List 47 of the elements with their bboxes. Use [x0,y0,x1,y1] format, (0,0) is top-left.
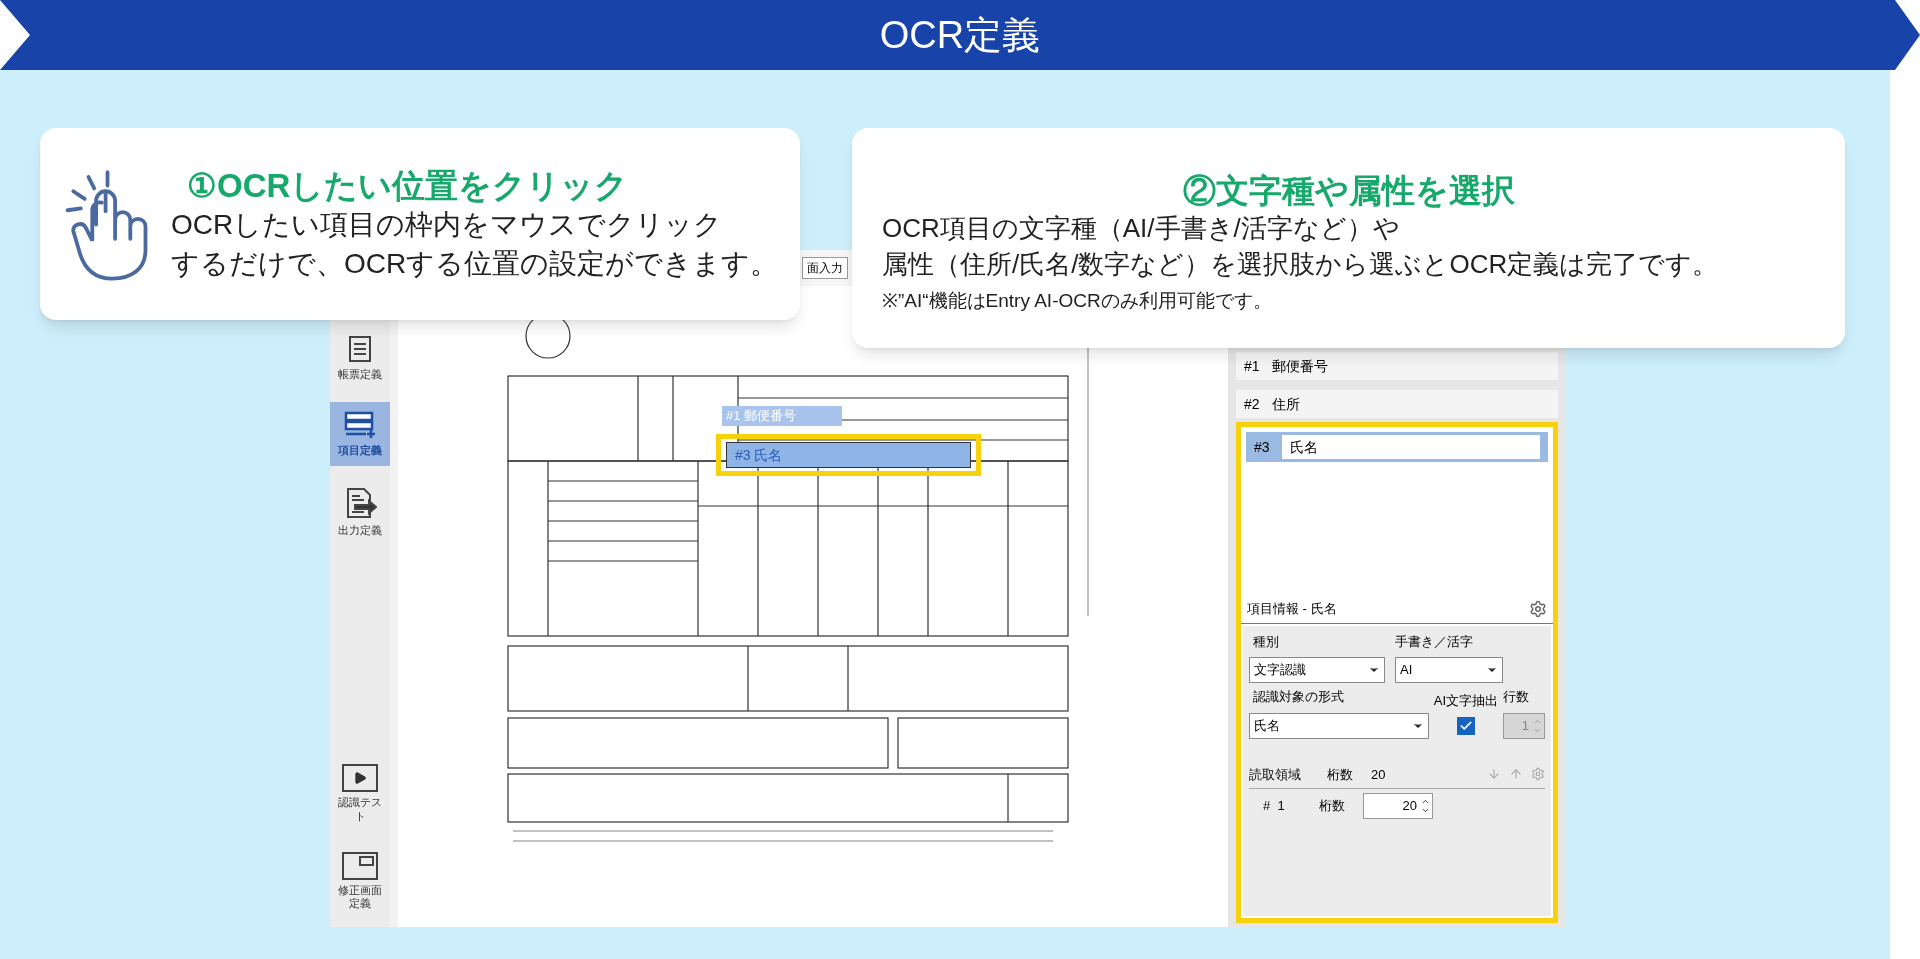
digits-label: 桁数 [1327,765,1353,784]
hand-select[interactable]: AI [1395,657,1503,683]
toolbar-button[interactable]: 面入力 [802,257,848,279]
field-label: 種別 [1252,632,1280,651]
item-name: 郵便番号 [1271,356,1328,376]
sidebar-item[interactable]: 帳票定義 [330,326,390,390]
format-select[interactable]: 氏名 [1249,712,1429,739]
banner-title: OCR定義 [879,12,1041,58]
item-row[interactable]: #1 郵便番号 [1236,352,1558,380]
callout-note: ※”AI“機能はEntry AI-OCRのみ利用可能です。 [882,288,1273,313]
list-add-icon [343,409,377,440]
play-icon [342,764,378,792]
item-info-title: 項目情報 - 氏名 [1247,600,1337,618]
read-area-label: 読取領域 [1249,765,1301,784]
callout-text: するだけで、OCRする位置の設定ができます。 [171,246,779,281]
window-icon [342,851,378,880]
field-label: AI文字抽出 [1433,692,1499,710]
digits-spinner[interactable]: 20 [1363,793,1433,819]
item-name-field[interactable]: 氏名 [1281,435,1540,459]
arrow-up-icon[interactable] [1509,767,1523,782]
item-number: #3 [1254,437,1270,457]
field-label: 行数 [1503,688,1530,706]
item-number: #1 [1244,356,1260,376]
item-number: #2 [1244,394,1260,414]
type-select[interactable]: 文字認識 [1249,657,1385,683]
up-caret-icon [1421,797,1430,806]
arrow-down-icon[interactable] [1487,767,1501,782]
item-name: 住所 [1271,394,1300,414]
sidebar-item[interactable]: 修正画面定義 [330,843,390,919]
sidebar-item[interactable]: 項目定義 [330,401,390,466]
caret-icon [1421,806,1430,815]
callout-title: ②文字種や属性を選択 [1182,171,1515,211]
field-label: 手書き／活字 [1395,632,1474,651]
settings-icon[interactable] [1529,599,1547,618]
sidebar-item[interactable]: 出力定義 [330,477,390,546]
ai-extract-checkbox[interactable] [1457,716,1475,735]
callout-text: 属性（住所/氏名/数字など）を選択肢から選ぶとOCR定義は完了です。 [882,248,1720,281]
item-row[interactable]: #3 氏名 [1246,432,1548,462]
field-label: 認識対象の形式 [1252,688,1345,706]
callout-text: OCRしたい項目の枠内をマウスでクリック [171,208,724,243]
sidebar-item[interactable]: 認識テスト [330,756,390,832]
digits-label: 桁数 [1319,797,1345,816]
digits-value: 20 [1371,765,1386,784]
callout-title: ①OCRしたい位置をクリック [186,165,630,206]
callout-text: OCR項目の文字種（AI/手書き/活字など）や [882,212,1401,246]
item-row[interactable]: #2 住所 [1236,390,1558,418]
area-number: # 1 [1263,797,1286,816]
